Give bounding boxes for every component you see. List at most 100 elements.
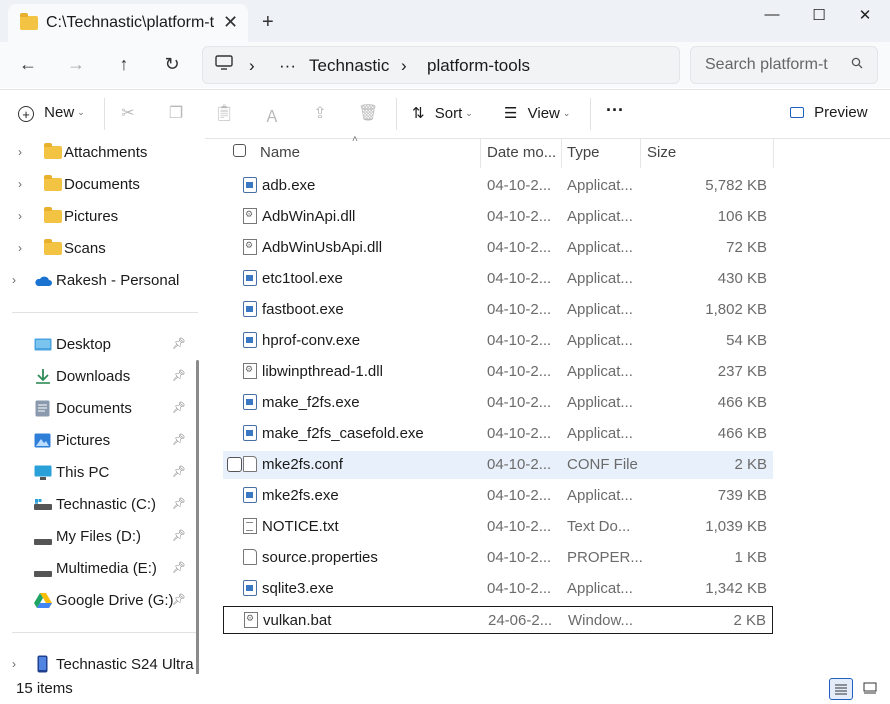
file-row[interactable]: AdbWinUsbApi.dll 04-10-2... Applicat... 72 … — [223, 234, 773, 262]
file-row[interactable]: vulkan.bat 24-06-2... Window... 2 KB — [223, 606, 773, 634]
title-bar: C:\Technastic\platform-t ✕ + — ☐ ✕ — [0, 0, 890, 42]
pin-icon[interactable]: 📌︎ — [172, 593, 186, 606]
file-type: Applicat... — [567, 580, 633, 597]
file-row[interactable]: make_f2fs_casefold.exe 04-10-2... Applicat… — [223, 420, 773, 448]
pin-icon[interactable]: 📌︎ — [172, 561, 186, 574]
expand-chevron-icon[interactable]: › — [12, 273, 16, 287]
file-size: 1,039 KB — [705, 518, 767, 535]
close-button[interactable]: ✕ — [850, 6, 880, 28]
pin-icon[interactable]: 📌︎ — [172, 497, 186, 510]
column-divider[interactable] — [773, 138, 774, 168]
sidebar-item-drive-d[interactable]: My Files (D:) 📌︎ — [0, 522, 195, 552]
pin-icon[interactable]: 📌︎ — [172, 465, 186, 478]
file-row[interactable]: mke2fs.exe 04-10-2... Applicat... 739 KB — [223, 482, 773, 510]
sidebar-label: Attachments — [64, 144, 148, 161]
sort-button[interactable]: ⇅ Sort ⌄ — [412, 104, 473, 122]
application-icon — [243, 394, 257, 410]
refresh-button[interactable]: ↻ — [160, 54, 184, 75]
file-row[interactable]: fastboot.exe 04-10-2... Applicat... 1,802 K… — [223, 296, 773, 324]
column-header-type[interactable]: Type — [567, 144, 600, 161]
row-checkbox[interactable] — [227, 457, 242, 472]
share-icon[interactable]: ⇪ — [310, 103, 330, 123]
copy-icon[interactable]: ❐ — [166, 103, 186, 123]
tiles-view-button[interactable] — [858, 678, 882, 700]
file-row[interactable]: adb.exe 04-10-2... Applicat... 5,782 KB — [223, 172, 773, 200]
pin-icon[interactable]: 📌︎ — [172, 433, 186, 446]
column-header-size[interactable]: Size — [647, 144, 676, 161]
sidebar-item-desktop[interactable]: Desktop 📌︎ — [0, 330, 195, 360]
address-bar[interactable]: › ··· Technastic › platform-tools — [202, 46, 680, 84]
file-row[interactable]: AdbWinApi.dll 04-10-2... Applicat... 106 KB — [223, 203, 773, 231]
column-header-date[interactable]: Date mo... — [487, 144, 556, 161]
file-name: adb.exe — [262, 177, 316, 194]
sidebar-item-documents-quick[interactable]: Documents 📌︎ — [0, 394, 195, 424]
file-row[interactable]: etc1tool.exe 04-10-2... Applicat... 430 KB — [223, 265, 773, 293]
delete-icon[interactable]: 🗑︎ — [358, 103, 378, 123]
file-date: 04-10-2... — [487, 270, 552, 287]
file-row[interactable]: mke2fs.conf 04-10-2... CONF File 2 KB — [223, 451, 773, 479]
sidebar-item-this-pc[interactable]: This PC 📌︎ — [0, 458, 195, 488]
more-options-button[interactable]: ··· — [606, 100, 624, 121]
sidebar-item-drive-c[interactable]: Technastic (C:) 📌︎ — [0, 490, 195, 520]
maximize-button[interactable]: ☐ — [804, 6, 834, 28]
breadcrumb-overflow-button[interactable]: ··· — [279, 56, 296, 76]
file-row[interactable]: hprof-conv.exe 04-10-2... Applicat... 54 KB — [223, 327, 773, 355]
tab-close-icon[interactable]: ✕ — [223, 12, 238, 33]
pin-icon[interactable]: 📌︎ — [172, 529, 186, 542]
tab-current-folder[interactable]: C:\Technastic\platform-t ✕ — [8, 4, 248, 42]
rename-icon[interactable]: Ａ — [262, 103, 282, 127]
expand-chevron-icon[interactable]: › — [18, 177, 22, 191]
sort-label: Sort — [434, 105, 463, 122]
sidebar-item-attachments[interactable]: › Attachments — [0, 138, 195, 168]
breadcrumb-platform-tools[interactable]: platform-tools — [427, 56, 530, 76]
sidebar-item-scans[interactable]: › Scans — [0, 234, 195, 264]
sidebar-item-pictures[interactable]: › Pictures — [0, 202, 195, 232]
expand-chevron-icon[interactable]: › — [12, 657, 16, 671]
sidebar-item-onedrive[interactable]: › Rakesh - Personal — [0, 266, 195, 296]
column-divider[interactable] — [640, 138, 641, 168]
file-row[interactable]: NOTICE.txt 04-10-2... Text Do... 1,039 KB — [223, 513, 773, 541]
navigation-bar: ← → ↑ ↻ › ··· Technastic › platform-tool… — [0, 42, 890, 88]
sidebar-label: Scans — [64, 240, 106, 257]
sidebar-item-downloads[interactable]: Downloads 📌︎ — [0, 362, 195, 392]
paste-icon[interactable]: 📋︎ — [214, 103, 234, 123]
file-row[interactable]: source.properties 04-10-2... PROPER... 1 KB — [223, 544, 773, 572]
new-button[interactable]: + New ⌄ — [18, 104, 85, 122]
search-input[interactable]: Search platform-t — [705, 56, 837, 74]
minimize-button[interactable]: — — [757, 6, 787, 28]
pin-icon[interactable]: 📌︎ — [172, 369, 186, 382]
sidebar-scrollbar[interactable] — [196, 360, 199, 704]
search-box[interactable]: Search platform-t — [690, 46, 878, 84]
expand-chevron-icon[interactable]: › — [18, 241, 22, 255]
expand-chevron-icon[interactable]: › — [18, 209, 22, 223]
file-row[interactable]: make_f2fs.exe 04-10-2... Applicat... 466 KB — [223, 389, 773, 417]
select-all-checkbox[interactable] — [233, 144, 246, 157]
sidebar-item-pictures-quick[interactable]: Pictures 📌︎ — [0, 426, 195, 456]
breadcrumb-technastic[interactable]: Technastic — [309, 56, 389, 76]
application-icon — [243, 270, 257, 286]
preview-button[interactable]: Preview — [790, 104, 868, 121]
sidebar-label: Desktop — [56, 336, 112, 353]
sidebar-label: Google Drive (G:) — [56, 592, 174, 609]
sidebar-item-documents[interactable]: › Documents — [0, 170, 195, 200]
sidebar-item-drive-e[interactable]: Multimedia (E:) 📌︎ — [0, 554, 195, 584]
column-divider[interactable] — [480, 138, 481, 168]
pin-icon[interactable]: 📌︎ — [172, 401, 186, 414]
column-divider[interactable] — [561, 138, 562, 168]
file-row[interactable]: libwinpthread-1.dll 04-10-2... Applicat...… — [223, 358, 773, 386]
sidebar-item-google-drive[interactable]: Google Drive (G:) 📌︎ — [0, 586, 195, 616]
expand-chevron-icon[interactable]: › — [18, 145, 22, 159]
file-row[interactable]: sqlite3.exe 04-10-2... Applicat... 1,342 KB — [223, 575, 773, 603]
file-name: AdbWinUsbApi.dll — [262, 239, 383, 256]
view-button[interactable]: ☰ View ⌄ — [504, 104, 570, 122]
file-size: 1,342 KB — [705, 580, 767, 597]
column-header-name[interactable]: Name — [260, 144, 300, 161]
details-view-button[interactable] — [829, 678, 853, 700]
cut-icon[interactable]: ✂ — [118, 103, 138, 123]
up-button[interactable]: ↑ — [112, 54, 136, 75]
new-tab-button[interactable]: + — [262, 12, 274, 32]
pin-icon[interactable]: 📌︎ — [172, 337, 186, 350]
forward-button[interactable]: → — [64, 54, 88, 75]
file-name: sqlite3.exe — [262, 580, 334, 597]
back-button[interactable]: ← — [16, 54, 40, 75]
